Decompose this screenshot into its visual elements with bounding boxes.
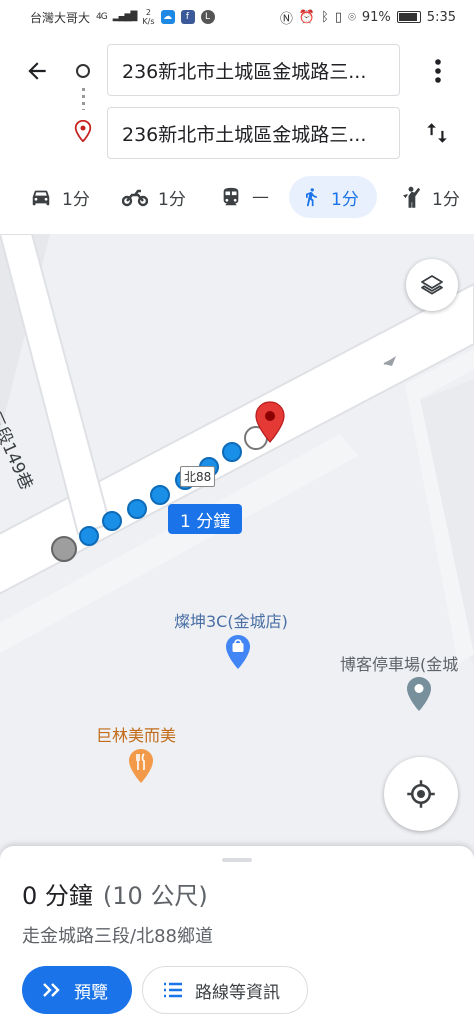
- eta-row: 0 分鐘 (10 公尺): [22, 876, 208, 911]
- vibrate-icon: ▯: [334, 9, 343, 25]
- route-summary-sheet[interactable]: 0 分鐘 (10 公尺) 走金城路三段/北88鄉道 預覽 路線等資訊: [0, 846, 474, 1027]
- carrier-label: 台灣大哥大: [30, 10, 91, 25]
- car-icon: [32, 190, 50, 206]
- swap-route-button[interactable]: [420, 116, 454, 150]
- restaurant-pin-icon[interactable]: [128, 748, 154, 784]
- train-icon: [223, 187, 239, 206]
- layers-icon: [421, 275, 443, 295]
- battery-percent: 91%: [361, 9, 391, 25]
- poi-label-tkec[interactable]: 燦坤3C(金城店): [174, 608, 288, 632]
- more-options-button[interactable]: [426, 54, 450, 88]
- battery-icon: [396, 11, 421, 23]
- facebook-icon: f: [180, 10, 195, 24]
- shopping-pin-icon[interactable]: [225, 634, 251, 670]
- motorcycle-icon: [122, 189, 148, 207]
- sheet-drag-handle[interactable]: [222, 858, 252, 862]
- data-speed-value: 2: [145, 8, 151, 17]
- swap-vert-icon: [427, 123, 447, 143]
- mode-ride-hail-time: 1分: [432, 189, 460, 210]
- status-right: Ⓝ ⏰ ᛒ ▯ ⌾ 91% 5:35: [280, 8, 456, 27]
- mode-motorcycle[interactable]: 1分: [110, 176, 198, 218]
- mode-drive-time: 1分: [62, 189, 90, 210]
- double-chevron-icon: [43, 983, 60, 997]
- route-connector: [82, 88, 85, 110]
- steps-button[interactable]: 路線等資訊: [142, 966, 308, 1014]
- place-pin-icon[interactable]: [406, 676, 432, 712]
- poi-label-parking[interactable]: 博客停車場(金城: [340, 651, 458, 675]
- travel-mode-bar: 1分 1分 — 1分 1分: [0, 174, 474, 220]
- eta-distance: (10 公尺): [102, 882, 208, 910]
- my-location-button[interactable]: [384, 757, 458, 831]
- poi-label-breakfast[interactable]: 巨林美而美: [96, 722, 176, 746]
- nfc-icon: Ⓝ: [279, 11, 293, 27]
- origin-field[interactable]: 236新北市土城區金城路三...: [107, 44, 400, 96]
- status-bar: 台灣大哥大 4G ▂▄▆█ 2 K/s ☁ f L Ⓝ ⏰ ᛒ ▯ ⌾ 91% …: [0, 0, 474, 34]
- clock: 5:35: [426, 9, 456, 25]
- back-button[interactable]: [20, 54, 54, 88]
- more-vert-icon: [435, 59, 441, 83]
- signal-icon: ▂▄▆█: [112, 12, 138, 22]
- list-icon: [164, 982, 182, 998]
- maps-directions-screen: 台灣大哥大 4G ▂▄▆█ 2 K/s ☁ f L Ⓝ ⏰ ᛒ ▯ ⌾ 91% …: [0, 0, 474, 1027]
- walk-icon: [306, 188, 317, 207]
- mode-transit-time: —: [252, 187, 269, 207]
- destination-pin-icon: [74, 120, 92, 142]
- alarm-icon: ⏰: [298, 9, 316, 25]
- status-left: 台灣大哥大 4G ▂▄▆█ 2 K/s ☁ f L: [30, 8, 215, 26]
- road-shield: 北88: [180, 466, 216, 487]
- preview-button[interactable]: 預覽: [22, 966, 132, 1014]
- map-view[interactable]: 金城路三段149巷 北88 1 分鐘 燦坤3C(金城店) 博客停車場(金城 巨林…: [0, 234, 474, 864]
- mode-motorcycle-time: 1分: [158, 189, 186, 210]
- origin-dot-icon: [76, 64, 90, 78]
- mode-walk[interactable]: 1分: [289, 176, 377, 218]
- location-icon: ⌾: [348, 9, 356, 25]
- ride-hail-icon: [403, 186, 421, 208]
- line-icon: L: [200, 10, 215, 24]
- arrow-left-icon: [28, 62, 46, 80]
- directions-header: 236新北市土城區金城路三... 236新北市土城區金城路三... 1分 1分 …: [0, 34, 474, 234]
- gps-crosshair-icon: [407, 780, 435, 808]
- route-duration-chip[interactable]: 1 分鐘: [168, 504, 243, 534]
- destination-field[interactable]: 236新北市土城區金城路三...: [107, 107, 400, 159]
- data-speed: 2 K/s: [142, 8, 154, 26]
- map-layers-button[interactable]: [406, 259, 458, 311]
- cloud-app-icon: ☁: [160, 10, 175, 24]
- mode-walk-time: 1分: [331, 189, 359, 210]
- mode-drive[interactable]: 1分: [18, 176, 102, 218]
- mode-transit[interactable]: —: [208, 176, 281, 218]
- route-via: 走金城路三段/北88鄉道: [22, 926, 213, 947]
- eta-time: 0 分鐘: [22, 882, 93, 910]
- bluetooth-icon: ᛒ: [321, 9, 329, 25]
- preview-label: 預覽: [74, 982, 108, 1003]
- data-speed-unit: K/s: [142, 17, 155, 26]
- network-type: 4G: [96, 12, 108, 22]
- steps-label: 路線等資訊: [195, 982, 280, 1003]
- mode-ride-hail[interactable]: 1分: [388, 176, 472, 218]
